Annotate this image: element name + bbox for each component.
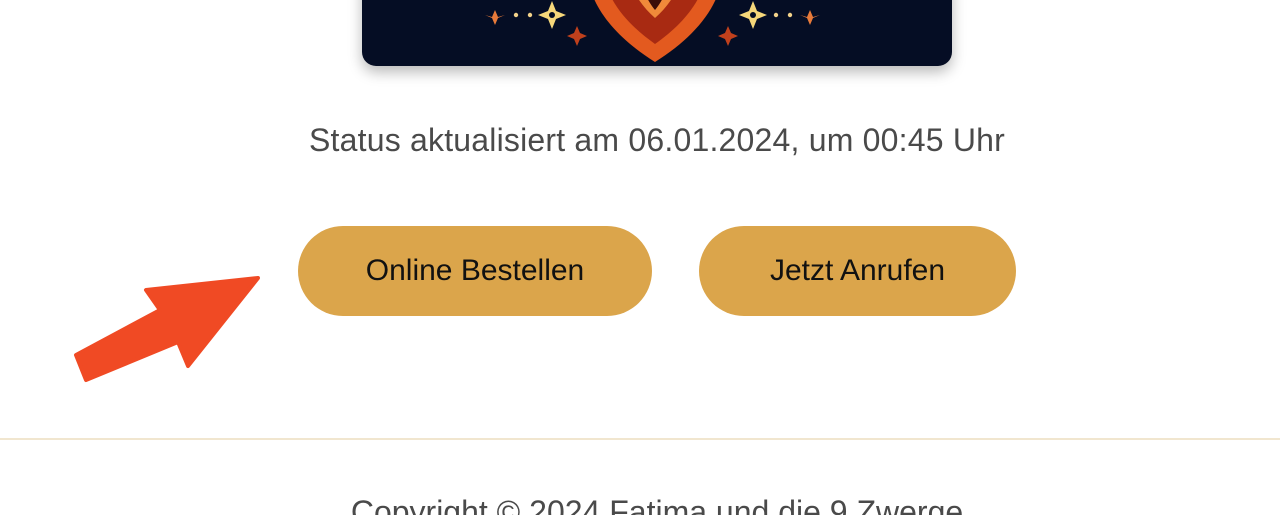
footer-divider [0,438,1280,440]
arrow-pointer-icon [74,276,260,382]
page: Status aktualisiert am 06.01.2024, um 00… [0,0,1280,515]
ornament-icon [485,0,820,62]
hero-banner-image [362,0,952,66]
copyright-text: Copyright © 2024 Fatima und die 9 Zwerge [350,494,964,515]
call-now-button[interactable]: Jetzt Anrufen [699,226,1016,316]
online-order-button[interactable]: Online Bestellen [298,226,652,316]
status-text: Status aktualisiert am 06.01.2024, um 00… [308,122,1005,158]
